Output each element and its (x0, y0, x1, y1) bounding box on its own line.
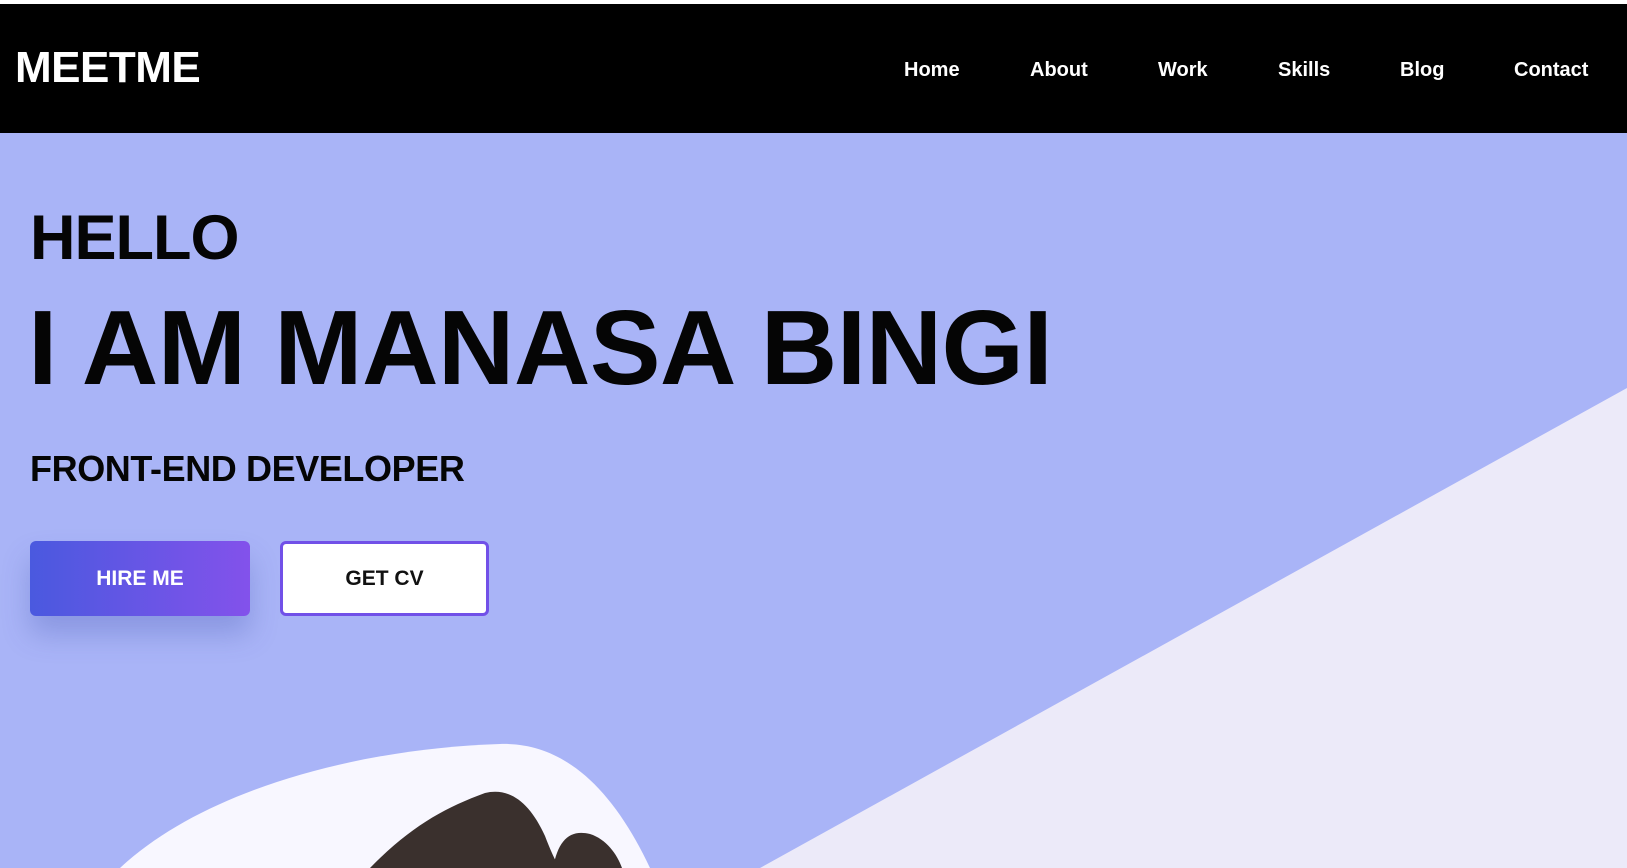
hero-background-art (120, 388, 1627, 868)
nav-link-work[interactable]: Work (1158, 58, 1208, 82)
top-navigation-bar: MEETME Home About Work Skills Blog Conta… (0, 4, 1627, 133)
hero-role: FRONT-END DEVELOPER (30, 448, 465, 489)
get-cv-button[interactable]: GET CV (280, 541, 489, 616)
nav-link-contact[interactable]: Contact (1514, 58, 1588, 82)
site-logo[interactable]: MEETME (15, 42, 201, 94)
hire-me-button[interactable]: HIRE ME (30, 541, 250, 616)
nav-link-about[interactable]: About (1030, 58, 1088, 82)
hero-section: HELLO I AM MANASA BINGI FRONT-END DEVELO… (0, 133, 1627, 868)
hero-greeting: HELLO (30, 203, 239, 273)
nav-link-skills[interactable]: Skills (1278, 58, 1330, 82)
portfolio-page: MEETME Home About Work Skills Blog Conta… (0, 0, 1627, 868)
diagonal-light-panel (760, 388, 1627, 868)
nav-link-blog[interactable]: Blog (1400, 58, 1444, 82)
hero-name-heading: I AM MANASA BINGI (28, 289, 1053, 407)
nav-link-home[interactable]: Home (904, 58, 960, 82)
